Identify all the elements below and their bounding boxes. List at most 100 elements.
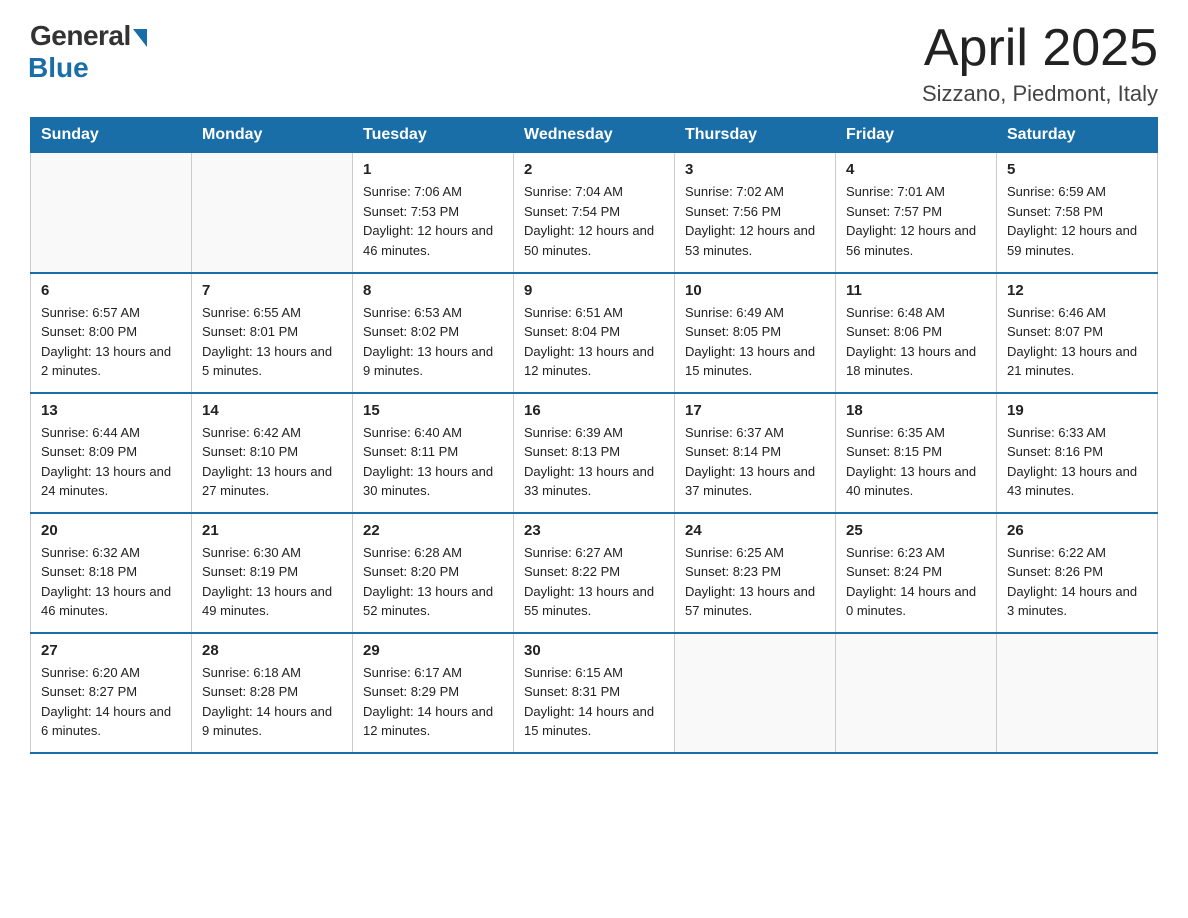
calendar-cell: 20 Sunrise: 6:32 AMSunset: 8:18 PMDayligh… xyxy=(31,513,192,633)
calendar-cell: 8 Sunrise: 6:53 AMSunset: 8:02 PMDaylight… xyxy=(353,273,514,393)
day-number: 5 xyxy=(1007,161,1147,178)
day-info: Sunrise: 7:01 AMSunset: 7:57 PMDaylight:… xyxy=(846,182,986,260)
calendar-cell: 4 Sunrise: 7:01 AMSunset: 7:57 PMDaylight… xyxy=(836,153,997,273)
logo-general-text: General xyxy=(30,20,131,52)
day-info: Sunrise: 6:15 AMSunset: 8:31 PMDaylight:… xyxy=(524,663,664,741)
calendar-cell: 26 Sunrise: 6:22 AMSunset: 8:26 PMDayligh… xyxy=(997,513,1158,633)
logo-arrow-icon xyxy=(133,29,147,47)
calendar-cell xyxy=(997,633,1158,753)
calendar-cell xyxy=(31,153,192,273)
day-number: 21 xyxy=(202,522,342,539)
weekday-header-monday: Monday xyxy=(192,118,353,153)
weekday-header-friday: Friday xyxy=(836,118,997,153)
calendar-cell: 21 Sunrise: 6:30 AMSunset: 8:19 PMDayligh… xyxy=(192,513,353,633)
calendar-cell xyxy=(675,633,836,753)
calendar-cell: 23 Sunrise: 6:27 AMSunset: 8:22 PMDayligh… xyxy=(514,513,675,633)
day-info: Sunrise: 6:42 AMSunset: 8:10 PMDaylight:… xyxy=(202,423,342,501)
day-number: 14 xyxy=(202,402,342,419)
day-number: 23 xyxy=(524,522,664,539)
location-title: Sizzano, Piedmont, Italy xyxy=(922,81,1158,107)
day-number: 30 xyxy=(524,642,664,659)
day-number: 24 xyxy=(685,522,825,539)
day-number: 26 xyxy=(1007,522,1147,539)
calendar-week-row: 27Sunrise: 6:20 AMSunset: 8:27 PMDayligh… xyxy=(31,633,1158,753)
calendar-cell: 13 Sunrise: 6:44 AMSunset: 8:09 PMDayligh… xyxy=(31,393,192,513)
day-info: Sunrise: 6:33 AMSunset: 8:16 PMDaylight:… xyxy=(1007,423,1147,501)
day-info: Sunrise: 6:22 AMSunset: 8:26 PMDaylight:… xyxy=(1007,543,1147,621)
calendar-cell: 22 Sunrise: 6:28 AMSunset: 8:20 PMDayligh… xyxy=(353,513,514,633)
day-info: Sunrise: 6:57 AMSunset: 8:00 PMDaylight:… xyxy=(41,303,181,381)
day-info: Sunrise: 6:20 AMSunset: 8:27 PMDaylight:… xyxy=(41,663,181,741)
calendar-cell: 10 Sunrise: 6:49 AMSunset: 8:05 PMDayligh… xyxy=(675,273,836,393)
weekday-header-sunday: Sunday xyxy=(31,118,192,153)
day-info: Sunrise: 6:44 AMSunset: 8:09 PMDaylight:… xyxy=(41,423,181,501)
weekday-header-tuesday: Tuesday xyxy=(353,118,514,153)
day-info: Sunrise: 7:06 AMSunset: 7:53 PMDaylight:… xyxy=(363,182,503,260)
day-number: 6 xyxy=(41,282,181,299)
day-number: 13 xyxy=(41,402,181,419)
calendar-cell xyxy=(192,153,353,273)
calendar-cell: 19 Sunrise: 6:33 AMSunset: 8:16 PMDayligh… xyxy=(997,393,1158,513)
day-info: Sunrise: 6:25 AMSunset: 8:23 PMDaylight:… xyxy=(685,543,825,621)
calendar-cell: 27Sunrise: 6:20 AMSunset: 8:27 PMDayligh… xyxy=(31,633,192,753)
day-info: Sunrise: 6:49 AMSunset: 8:05 PMDaylight:… xyxy=(685,303,825,381)
day-info: Sunrise: 6:53 AMSunset: 8:02 PMDaylight:… xyxy=(363,303,503,381)
calendar-cell: 17Sunrise: 6:37 AMSunset: 8:14 PMDayligh… xyxy=(675,393,836,513)
day-info: Sunrise: 6:32 AMSunset: 8:18 PMDaylight:… xyxy=(41,543,181,621)
calendar-cell: 16 Sunrise: 6:39 AMSunset: 8:13 PMDayligh… xyxy=(514,393,675,513)
day-info: Sunrise: 6:59 AMSunset: 7:58 PMDaylight:… xyxy=(1007,182,1147,260)
calendar-week-row: 6 Sunrise: 6:57 AMSunset: 8:00 PMDaylight… xyxy=(31,273,1158,393)
page-header: General Blue April 2025 Sizzano, Piedmon… xyxy=(30,20,1158,107)
day-number: 17 xyxy=(685,402,825,419)
calendar-header-row: SundayMondayTuesdayWednesdayThursdayFrid… xyxy=(31,118,1158,153)
day-number: 20 xyxy=(41,522,181,539)
calendar-cell: 11Sunrise: 6:48 AMSunset: 8:06 PMDayligh… xyxy=(836,273,997,393)
day-number: 22 xyxy=(363,522,503,539)
calendar-week-row: 20 Sunrise: 6:32 AMSunset: 8:18 PMDayligh… xyxy=(31,513,1158,633)
day-number: 18 xyxy=(846,402,986,419)
day-info: Sunrise: 6:55 AMSunset: 8:01 PMDaylight:… xyxy=(202,303,342,381)
day-info: Sunrise: 6:39 AMSunset: 8:13 PMDaylight:… xyxy=(524,423,664,501)
day-number: 4 xyxy=(846,161,986,178)
day-number: 2 xyxy=(524,161,664,178)
day-info: Sunrise: 7:04 AMSunset: 7:54 PMDaylight:… xyxy=(524,182,664,260)
day-number: 10 xyxy=(685,282,825,299)
day-number: 19 xyxy=(1007,402,1147,419)
calendar-cell: 30 Sunrise: 6:15 AMSunset: 8:31 PMDayligh… xyxy=(514,633,675,753)
calendar-cell: 12 Sunrise: 6:46 AMSunset: 8:07 PMDayligh… xyxy=(997,273,1158,393)
calendar-week-row: 13 Sunrise: 6:44 AMSunset: 8:09 PMDayligh… xyxy=(31,393,1158,513)
calendar-cell: 29 Sunrise: 6:17 AMSunset: 8:29 PMDayligh… xyxy=(353,633,514,753)
calendar-cell: 28Sunrise: 6:18 AMSunset: 8:28 PMDayligh… xyxy=(192,633,353,753)
day-info: Sunrise: 6:27 AMSunset: 8:22 PMDaylight:… xyxy=(524,543,664,621)
calendar-cell: 25Sunrise: 6:23 AMSunset: 8:24 PMDayligh… xyxy=(836,513,997,633)
day-number: 12 xyxy=(1007,282,1147,299)
calendar-table: SundayMondayTuesdayWednesdayThursdayFrid… xyxy=(30,117,1158,754)
day-number: 28 xyxy=(202,642,342,659)
calendar-cell: 18Sunrise: 6:35 AMSunset: 8:15 PMDayligh… xyxy=(836,393,997,513)
logo-blue-text: Blue xyxy=(28,52,89,84)
weekday-header-thursday: Thursday xyxy=(675,118,836,153)
calendar-cell: 1Sunrise: 7:06 AMSunset: 7:53 PMDaylight… xyxy=(353,153,514,273)
calendar-cell xyxy=(836,633,997,753)
month-title: April 2025 xyxy=(922,20,1158,77)
day-info: Sunrise: 6:17 AMSunset: 8:29 PMDaylight:… xyxy=(363,663,503,741)
day-info: Sunrise: 6:28 AMSunset: 8:20 PMDaylight:… xyxy=(363,543,503,621)
day-number: 8 xyxy=(363,282,503,299)
day-number: 7 xyxy=(202,282,342,299)
day-number: 16 xyxy=(524,402,664,419)
day-number: 15 xyxy=(363,402,503,419)
calendar-cell: 6 Sunrise: 6:57 AMSunset: 8:00 PMDaylight… xyxy=(31,273,192,393)
day-info: Sunrise: 6:23 AMSunset: 8:24 PMDaylight:… xyxy=(846,543,986,621)
calendar-week-row: 1Sunrise: 7:06 AMSunset: 7:53 PMDaylight… xyxy=(31,153,1158,273)
day-info: Sunrise: 6:46 AMSunset: 8:07 PMDaylight:… xyxy=(1007,303,1147,381)
title-block: April 2025 Sizzano, Piedmont, Italy xyxy=(922,20,1158,107)
logo: General Blue xyxy=(30,20,147,84)
day-info: Sunrise: 6:48 AMSunset: 8:06 PMDaylight:… xyxy=(846,303,986,381)
day-number: 29 xyxy=(363,642,503,659)
calendar-cell: 15 Sunrise: 6:40 AMSunset: 8:11 PMDayligh… xyxy=(353,393,514,513)
day-info: Sunrise: 6:51 AMSunset: 8:04 PMDaylight:… xyxy=(524,303,664,381)
calendar-cell: 7 Sunrise: 6:55 AMSunset: 8:01 PMDaylight… xyxy=(192,273,353,393)
day-info: Sunrise: 6:40 AMSunset: 8:11 PMDaylight:… xyxy=(363,423,503,501)
day-info: Sunrise: 6:30 AMSunset: 8:19 PMDaylight:… xyxy=(202,543,342,621)
day-info: Sunrise: 7:02 AMSunset: 7:56 PMDaylight:… xyxy=(685,182,825,260)
